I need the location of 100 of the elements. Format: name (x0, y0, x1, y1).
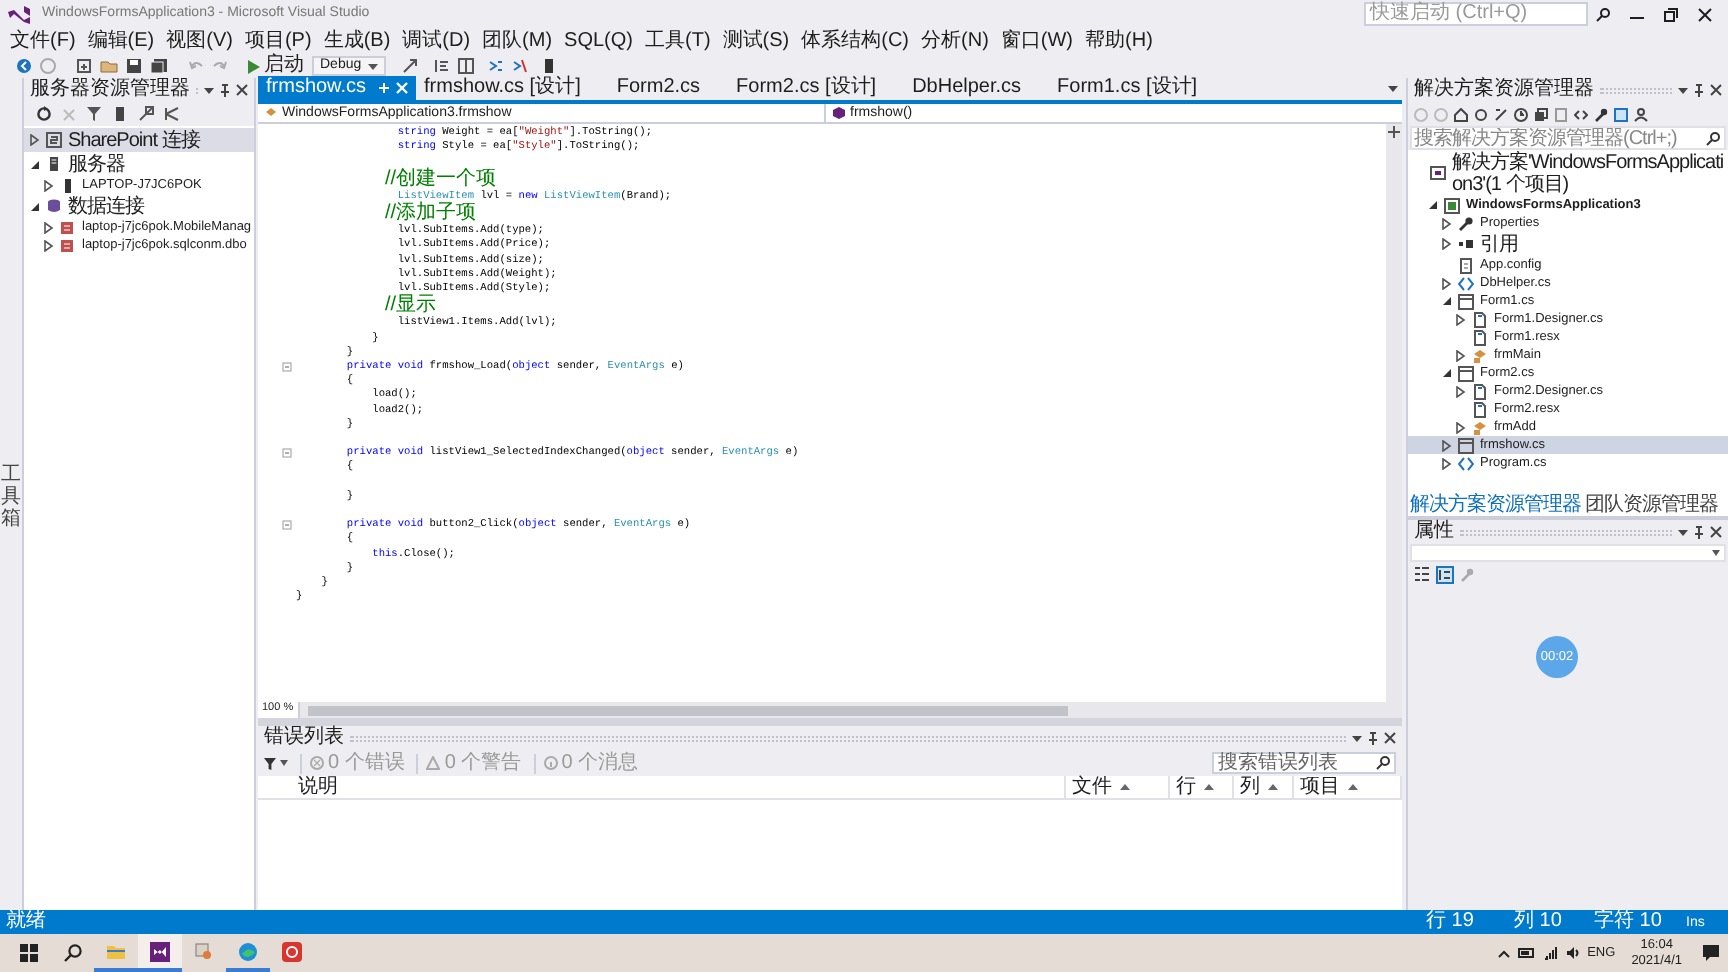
editor-tab[interactable]: Form2.cs (608, 76, 709, 100)
connect-icon[interactable] (138, 106, 154, 122)
chevron-up-icon[interactable] (1497, 949, 1510, 957)
menu-item[interactable]: 窗口(W) (994, 29, 1080, 53)
filter-icon[interactable] (86, 106, 102, 122)
split-icon[interactable] (1388, 126, 1400, 138)
close-icon[interactable] (1384, 732, 1396, 744)
menu-item[interactable]: 帮助(H) (1079, 29, 1159, 53)
expanded-arrow-icon[interactable] (1442, 296, 1452, 306)
copy-icon[interactable] (1534, 107, 1548, 121)
collapsed-arrow-icon[interactable] (1456, 349, 1466, 361)
toolbox-tab[interactable]: 工具箱 (1, 82, 21, 910)
comment-icon[interactable] (487, 58, 504, 74)
tree-item[interactable]: 解决方案'WindowsFormsApplication3'(1 个项目) (1408, 152, 1728, 196)
wrench-icon[interactable] (1594, 107, 1608, 121)
vertical-scrollbar[interactable] (1386, 124, 1402, 702)
menu-item[interactable]: 测试(S) (716, 29, 796, 53)
start-button[interactable]: 启动 (248, 56, 304, 76)
menu-item[interactable]: 生成(B) (317, 29, 397, 53)
bookmark-icon[interactable] (543, 58, 554, 74)
battery-icon[interactable] (1517, 948, 1536, 958)
collapsed-arrow-icon[interactable] (1442, 238, 1452, 250)
code-icon[interactable] (1574, 107, 1588, 121)
panel-tab[interactable]: 团队资源管理器 (1583, 494, 1720, 516)
play-icon (248, 59, 260, 73)
menu-item[interactable]: 视图(V) (160, 29, 239, 53)
save-icon[interactable] (126, 58, 142, 74)
collapsed-arrow-icon[interactable] (1456, 313, 1466, 325)
close-icon[interactable] (1698, 7, 1712, 21)
restore-icon[interactable] (1664, 7, 1678, 21)
tab-list-icon[interactable] (1388, 86, 1398, 92)
refresh-icon[interactable] (1474, 107, 1488, 121)
filter-dropdown[interactable] (264, 757, 288, 769)
new-project-icon[interactable] (76, 58, 92, 74)
scrollbar-thumb[interactable] (307, 705, 1068, 715)
collapsed-arrow-icon[interactable] (44, 239, 54, 251)
collapsed-arrow-icon[interactable] (1442, 457, 1452, 469)
editor-tab[interactable]: Form1.cs [设计] (1049, 76, 1206, 100)
form-icon (1458, 437, 1474, 453)
menu-item[interactable]: 编辑(E) (81, 29, 161, 53)
dropdown-caret-icon[interactable] (1678, 529, 1688, 535)
uncomment-icon[interactable] (511, 58, 528, 74)
dropdown-caret-icon[interactable] (204, 87, 214, 93)
dropdown-caret-icon[interactable] (1678, 87, 1688, 93)
editor-tab[interactable]: Form2.cs [设计] (728, 76, 885, 100)
expanded-arrow-icon[interactable] (1428, 200, 1438, 210)
menu-item[interactable]: 分析(N) (915, 29, 995, 53)
menu-item[interactable]: 调试(D) (396, 29, 477, 53)
pin-icon[interactable] (1694, 83, 1704, 97)
close-icon[interactable] (236, 84, 248, 96)
pin-icon[interactable] (1694, 525, 1704, 539)
back-icon[interactable] (16, 58, 32, 74)
align-icon[interactable] (433, 58, 450, 74)
menu-item[interactable]: 文件(F) (4, 29, 82, 53)
refresh-icon[interactable] (36, 106, 52, 122)
tree-item[interactable]: SharePoint 连接 (24, 128, 254, 152)
server-add-icon[interactable] (112, 106, 128, 122)
alphabetical-icon[interactable] (1436, 565, 1454, 583)
menu-item[interactable]: SQL(Q) (558, 29, 639, 53)
pin-icon[interactable] (1368, 731, 1378, 745)
close-icon[interactable] (1710, 526, 1722, 538)
collapsed-arrow-icon[interactable] (44, 221, 54, 233)
notification-icon[interactable] (1702, 944, 1720, 962)
menu-item[interactable]: 项目(P) (238, 29, 318, 53)
open-folder-icon[interactable] (100, 58, 118, 74)
editor-tab[interactable]: DbHelper.cs (904, 76, 1030, 100)
search-icon[interactable] (1596, 7, 1610, 21)
close-icon[interactable] (1710, 84, 1722, 96)
taskbar-app[interactable] (138, 934, 182, 972)
panel-tab[interactable]: 解决方案资源管理器 (1408, 494, 1583, 516)
expanded-arrow-icon[interactable] (30, 201, 40, 211)
editor-tab[interactable]: frmshow.cs [设计] (416, 76, 589, 100)
save-all-icon[interactable] (150, 58, 168, 74)
pin-icon[interactable] (220, 83, 230, 97)
preview-icon[interactable] (1614, 107, 1628, 121)
search-field[interactable]: 搜索错误列表 (1212, 752, 1396, 774)
dropdown-caret-icon[interactable] (1352, 735, 1362, 741)
categorized-icon[interactable] (1414, 566, 1430, 582)
collapsed-arrow-icon[interactable] (1442, 439, 1452, 451)
collapsed-arrow-icon[interactable] (1456, 385, 1466, 397)
collapsed-arrow-icon[interactable] (44, 179, 54, 191)
collapsed-arrow-icon[interactable] (1442, 277, 1452, 289)
network-icon[interactable] (1543, 946, 1558, 960)
menu-item[interactable]: 体系结构(C) (795, 29, 916, 53)
columns-icon[interactable] (457, 58, 474, 74)
volume-icon[interactable] (1565, 946, 1580, 960)
collapsed-arrow-icon[interactable] (30, 134, 40, 146)
tree-item[interactable]: 服务器 (24, 152, 254, 176)
people-icon[interactable] (1634, 107, 1648, 121)
expanded-arrow-icon[interactable] (1442, 368, 1452, 378)
home-icon[interactable] (1454, 107, 1468, 121)
attach-icon[interactable] (401, 58, 418, 74)
clock-icon[interactable] (1514, 107, 1528, 121)
tree-item[interactable]: 引用 (1408, 232, 1728, 256)
tree-item[interactable]: 数据连接 (24, 194, 254, 218)
menu-item[interactable]: 工具(T) (639, 29, 717, 53)
menu-item[interactable]: 团队(M) (476, 29, 559, 53)
collapsed-arrow-icon[interactable] (1442, 217, 1452, 229)
collapsed-arrow-icon[interactable] (1456, 421, 1466, 433)
expanded-arrow-icon[interactable] (30, 159, 40, 169)
